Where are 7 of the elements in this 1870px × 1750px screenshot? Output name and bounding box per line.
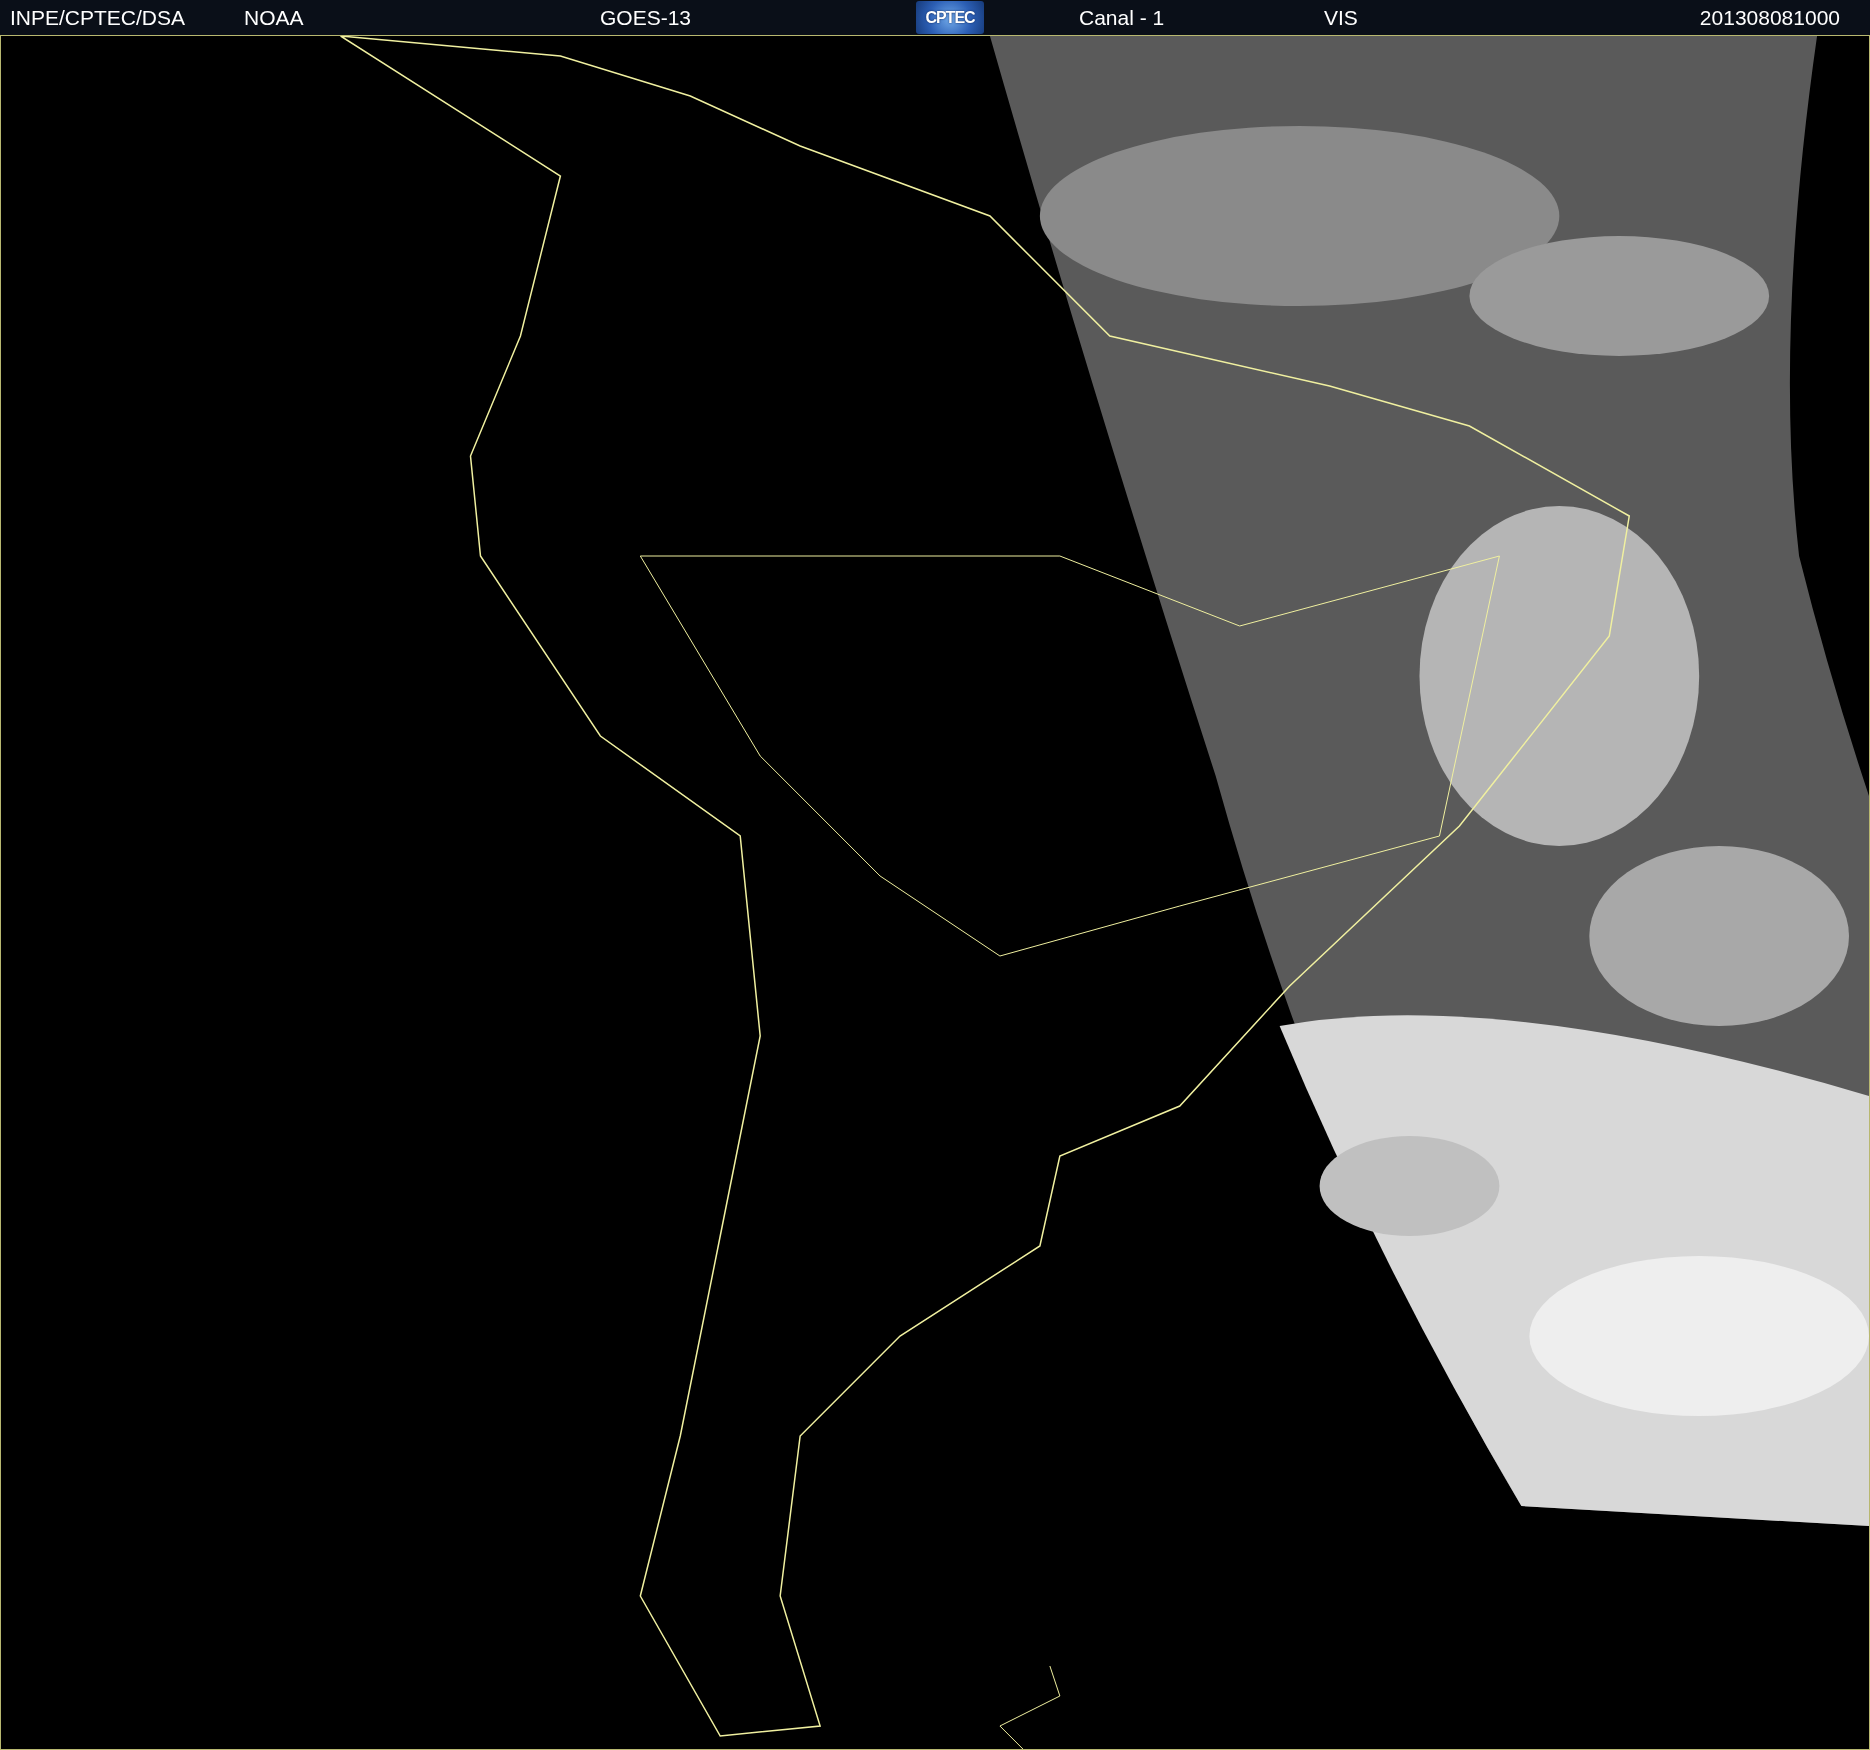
logo: CPTEC	[916, 1, 984, 34]
header-label: Canal - 1	[1079, 5, 1166, 30]
timestamp: 201308081000	[1698, 5, 1840, 30]
header-label: NOAA	[244, 5, 305, 30]
header-label: VIS	[1324, 5, 1359, 30]
header-label: GOES-13	[600, 5, 693, 30]
header-label: INPE/CPTEC/DSA	[10, 5, 187, 30]
